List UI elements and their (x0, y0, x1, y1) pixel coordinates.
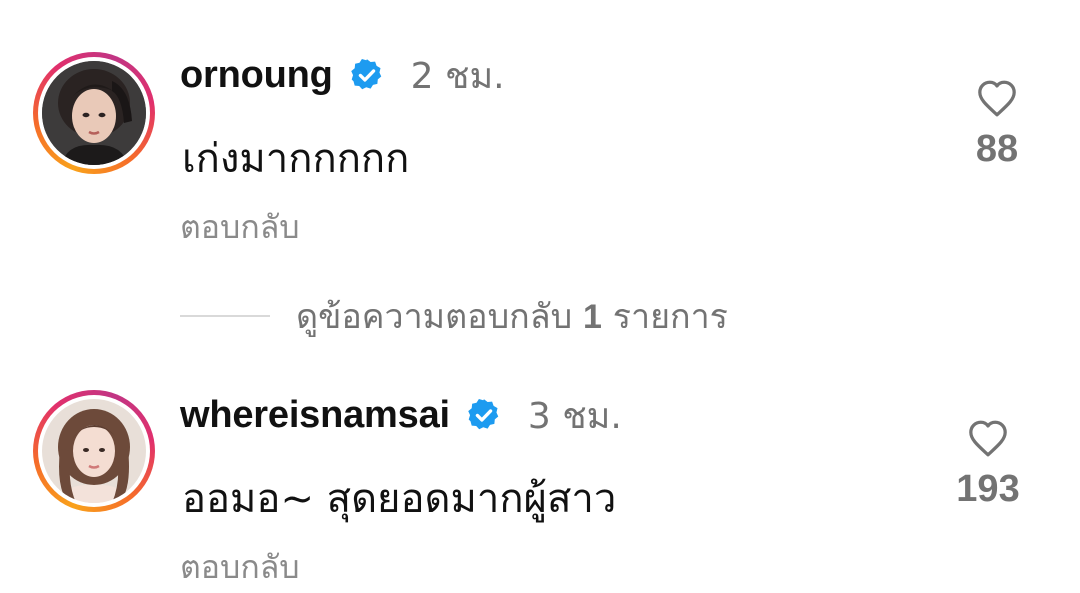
comment-time: 2 ชม. (410, 55, 505, 97)
heart-icon[interactable] (974, 76, 1020, 118)
divider-line (180, 315, 270, 317)
avatar[interactable] (42, 61, 146, 165)
avatar-border (38, 395, 150, 507)
verified-badge-icon (468, 398, 499, 430)
like-group: 88 (937, 76, 1057, 171)
view-replies-count: 1 (582, 298, 602, 336)
comment-time: 3 ชม. (527, 395, 622, 437)
view-replies-prefix: ดูข้อความตอบกลับ (296, 297, 573, 337)
username[interactable]: ornoung (180, 54, 333, 97)
like-count: 193 (956, 468, 1020, 510)
view-replies-suffix: รายการ (612, 297, 728, 337)
username[interactable]: whereisnamsai (180, 394, 450, 437)
like-group: 193 (928, 416, 1048, 511)
reply-button[interactable]: ตอบกลับ (180, 202, 300, 253)
reply-button[interactable]: ตอบกลับ (180, 542, 300, 593)
like-count: 88 (975, 128, 1019, 170)
comment-text: เก่งมากกกกก (182, 136, 410, 182)
avatar[interactable] (42, 399, 146, 503)
view-replies-label: ดูข้อความตอบกลับ 1 รายการ (296, 289, 728, 343)
story-ring[interactable] (33, 390, 155, 512)
view-replies-button[interactable]: ดูข้อความตอบกลับ 1 รายการ (180, 296, 728, 337)
story-ring[interactable] (33, 52, 155, 174)
comment-header: whereisnamsai 3 ชม. (180, 390, 622, 440)
comment-text: ออมอ~ สุดยอดมากผู้สาว (182, 476, 617, 522)
heart-icon[interactable] (965, 416, 1011, 458)
avatar-border (38, 57, 150, 169)
verified-badge-icon (350, 58, 381, 90)
comment-header: ornoung 2 ชม. (180, 50, 505, 100)
